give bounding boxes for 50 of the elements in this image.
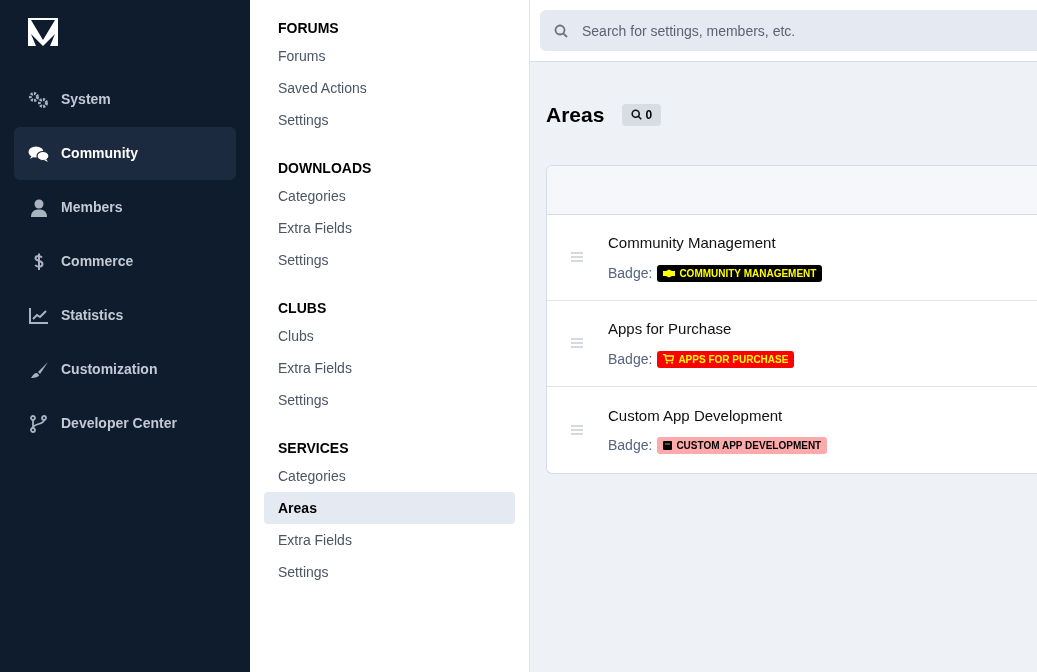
badge-label: Badge:: [608, 436, 653, 456]
area-name: Community Management: [608, 233, 777, 254]
subnav-item[interactable]: Settings: [264, 556, 515, 588]
gears-icon: [28, 90, 50, 109]
search-field[interactable]: Search for settings, members, etc.: [540, 10, 1037, 51]
section-heading: CLUBS: [277, 299, 328, 316]
badge-label: Badge:: [608, 349, 653, 369]
drag-handle-icon[interactable]: [570, 424, 583, 435]
nav-item[interactable]: Commerce: [14, 235, 236, 288]
subnav-item[interactable]: Settings: [264, 384, 515, 416]
section-heading: SERVICES: [277, 439, 350, 456]
subnav-item[interactable]: Settings: [264, 244, 515, 276]
nav-item[interactable]: Customization: [14, 343, 236, 396]
count-text: 0: [645, 106, 653, 124]
square-icon: [663, 441, 673, 451]
section-heading: FORUMS: [277, 19, 340, 36]
section-heading: DOWNLOADS: [277, 159, 373, 176]
subnav-item[interactable]: Forums: [264, 40, 515, 72]
page-title: Areas: [546, 102, 605, 128]
search-icon: [554, 24, 568, 38]
subnav-item[interactable]: Categories: [264, 180, 515, 212]
subnav-item[interactable]: Areas: [264, 492, 515, 524]
drag-handle-icon[interactable]: [570, 338, 583, 348]
cart-icon: [663, 354, 675, 365]
nav-item[interactable]: Members: [14, 181, 236, 234]
area-badge: APPS FOR PURCHASE: [657, 350, 795, 368]
nav-item[interactable]: Statistics: [14, 289, 236, 342]
logo-icon: [28, 18, 58, 46]
nav-item[interactable]: System: [14, 73, 236, 126]
area-badge: COMMUNITY MANAGEMENT: [657, 264, 823, 282]
branch-icon: [28, 414, 50, 433]
nav-item[interactable]: Developer Center: [14, 397, 236, 450]
subnav-item[interactable]: Extra Fields: [264, 524, 515, 556]
search-count-badge[interactable]: 0: [622, 103, 662, 126]
subnav-item[interactable]: Extra Fields: [264, 212, 515, 244]
area-badge: CUSTOM APP DEVELOPMENT: [657, 437, 828, 455]
subnav-item[interactable]: Extra Fields: [264, 352, 515, 384]
chat-bubbles-icon: [28, 144, 50, 163]
area-name: Apps for Purchase: [608, 319, 733, 340]
nav-item[interactable]: Community: [14, 127, 236, 180]
line-chart-icon: [28, 306, 50, 325]
subnav-item[interactable]: Categories: [264, 460, 515, 492]
subnav-item[interactable]: Settings: [264, 104, 515, 136]
badge-label: Badge:: [608, 263, 653, 283]
drag-handle-icon[interactable]: [570, 252, 583, 262]
area-name: Custom App Development: [608, 405, 784, 426]
search-icon: [631, 109, 643, 121]
subnav-item[interactable]: Clubs: [264, 320, 515, 352]
subnav-item[interactable]: Saved Actions: [264, 72, 515, 104]
person-icon: [28, 198, 50, 217]
